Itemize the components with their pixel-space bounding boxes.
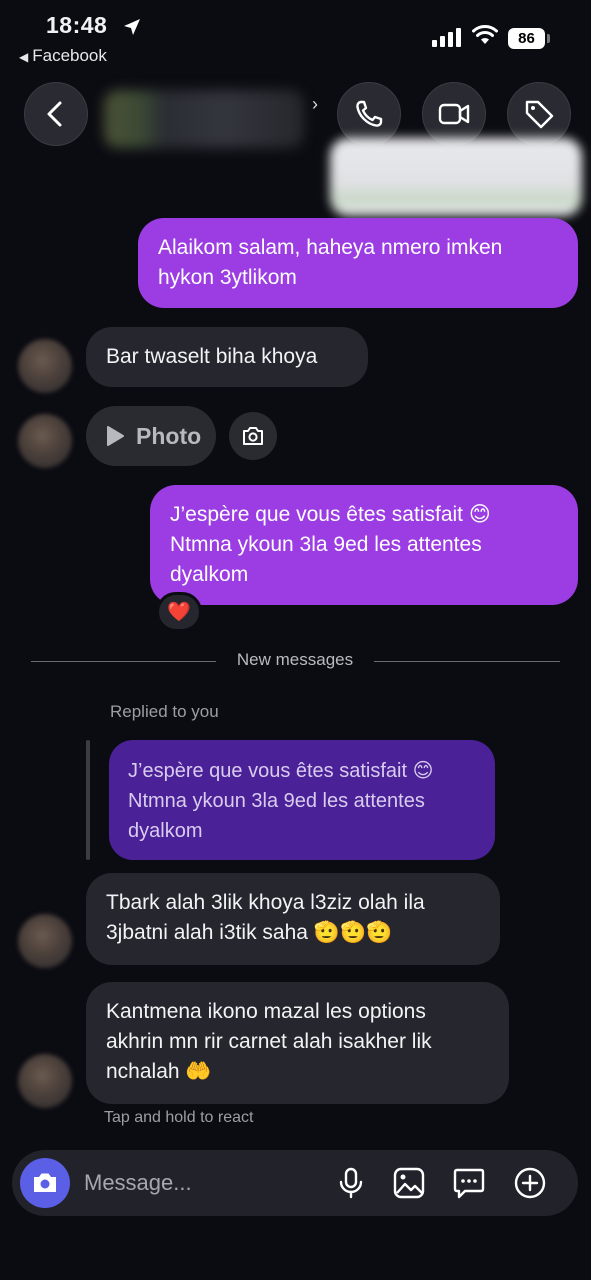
microphone-icon[interactable] (333, 1165, 369, 1201)
chat-bubble-icon[interactable] (451, 1165, 487, 1201)
video-call-button[interactable] (422, 82, 486, 146)
message-line: Tbark alah 3lik khoya l3ziz olah ila (106, 891, 425, 914)
cellular-signal-icon (432, 27, 461, 47)
back-chevron-icon (47, 101, 62, 127)
message-composer (12, 1150, 578, 1216)
battery-indicator: 86 (508, 28, 545, 49)
outgoing-message[interactable]: Alaikom salam, haheya nmero imken hykon … (138, 218, 578, 308)
replied-label: Replied to you (110, 702, 219, 721)
message-input[interactable] (84, 1168, 314, 1198)
camera-button[interactable] (20, 1158, 70, 1208)
incoming-message[interactable]: Tbark alah 3lik khoya l3ziz olah ila 3jb… (86, 873, 500, 965)
back-app-label: Facebook (32, 46, 107, 65)
quoted-line: dyalkom (128, 820, 203, 842)
tag-button[interactable] (507, 82, 571, 146)
message-line: nchalah 🤲 (106, 1060, 212, 1083)
clock: 18:48 (46, 12, 108, 38)
play-icon (107, 426, 124, 446)
outgoing-message[interactable]: J’espère que vous êtes satisfait 😊 Ntmna… (150, 485, 578, 605)
message-line: dyalkom (170, 563, 249, 586)
heart-reaction[interactable]: ❤️ (156, 592, 202, 632)
add-icon[interactable] (512, 1165, 548, 1201)
incoming-message[interactable]: Kantmena ikono mazal les options akhrin … (86, 982, 509, 1104)
back-to-app-link[interactable]: ◀ Facebook (19, 46, 107, 66)
reply-bar (86, 740, 90, 860)
battery-tip (547, 34, 550, 43)
back-button[interactable] (24, 82, 88, 146)
chevron-right-icon: › (312, 94, 318, 114)
message-line: Kantmena ikono mazal les options (106, 1000, 426, 1023)
message-line: Ntmna ykoun 3la 9ed les attentes (170, 533, 482, 556)
status-bar: 18:48 ◀ Facebook 86 (0, 0, 591, 78)
camera-icon (34, 1173, 56, 1192)
message-line: 3jbatni alah i3tik saha 🫡🫡🫡 (106, 921, 393, 944)
new-messages-label: New messages (236, 650, 354, 669)
react-hint: Tap and hold to react (104, 1109, 254, 1126)
quoted-line: J’espère que vous êtes satisfait 😊 (128, 760, 434, 782)
avatar[interactable] (18, 914, 72, 968)
avatar[interactable] (18, 1054, 72, 1108)
message-line: J’espère que vous êtes satisfait 😊 (170, 503, 491, 526)
quoted-message[interactable]: J’espère que vous êtes satisfait 😊 Ntmna… (109, 740, 495, 860)
photo-message[interactable]: Photo (86, 406, 216, 466)
back-triangle-icon: ◀ (19, 50, 29, 64)
reply-camera-button[interactable] (229, 412, 277, 460)
avatar[interactable] (18, 339, 72, 393)
pinned-card-blurred[interactable] (330, 138, 582, 216)
contact-info-blurred[interactable] (104, 90, 304, 148)
phone-icon (356, 100, 383, 127)
quoted-line: Ntmna ykoun 3la 9ed les attentes (128, 790, 425, 812)
location-arrow-icon (124, 19, 140, 35)
incoming-message[interactable]: Bar twaselt biha khoya (86, 327, 368, 387)
tag-icon (525, 100, 554, 129)
message-line: akhrin mn rir carnet alah isakher lik (106, 1030, 432, 1053)
photo-label: Photo (136, 422, 202, 449)
wifi-icon (472, 25, 498, 44)
gallery-icon[interactable] (391, 1165, 427, 1201)
divider-left (31, 661, 216, 662)
camera-icon (243, 427, 263, 445)
video-icon (438, 103, 470, 125)
divider-right (374, 661, 560, 662)
call-button[interactable] (337, 82, 401, 146)
message-text: Bar twaselt biha khoya (106, 345, 318, 368)
avatar[interactable] (18, 414, 72, 468)
message-line: Alaikom salam, haheya nmero imken (158, 236, 503, 259)
message-line: hykon 3ytlikom (158, 266, 297, 289)
